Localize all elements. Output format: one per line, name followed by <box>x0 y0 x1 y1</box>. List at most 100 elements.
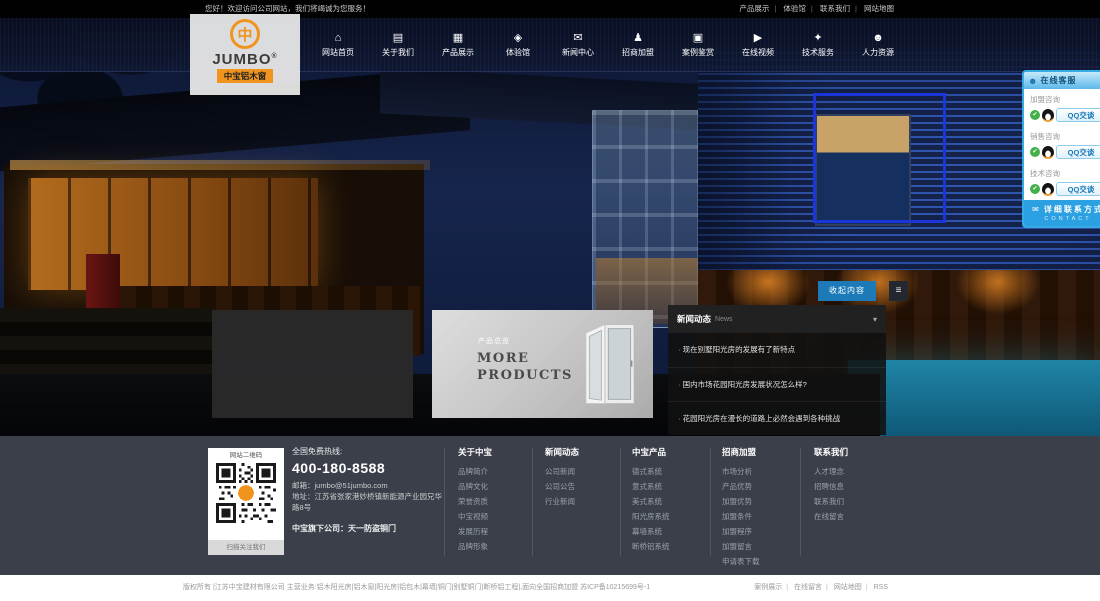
online-check-icon: ✔ <box>1030 147 1040 157</box>
footer-link[interactable]: 加盟优势 <box>722 494 760 509</box>
footer-contact-info: 全国免费热线: 400-180-8588 邮箱：jumbo@51jumbo.co… <box>292 446 448 534</box>
products-grid-icon: ▦ <box>453 33 463 44</box>
main-nav: ⌂ 网站首页 ▤ 关于我们 ▦ 产品展示 ◈ 体验馆 ✉ 新闻中心 ♟ 招商加盟… <box>0 18 1100 72</box>
nav-item-products[interactable]: ▦ 产品展示 <box>438 33 478 58</box>
footer-link[interactable]: 荣誉资质 <box>458 494 492 509</box>
top-quick-links: 产品展示 体验馆 联系我们 网站地图 <box>739 0 894 18</box>
top-link-contact[interactable]: 联系我们 <box>820 4 862 13</box>
footer-link[interactable]: 公司新闻 <box>545 464 579 479</box>
service-group-join: 加盟咨询 ✔ QQ交谈 <box>1024 89 1100 126</box>
nav-item-hr[interactable]: ☻ 人力资源 <box>858 33 898 58</box>
footer-link[interactable]: 断桥铝系统 <box>632 539 670 554</box>
top-bar: 您好！欢迎访问公司网站，我们将竭诚为您服务！ 产品展示 体验馆 联系我们 网站地… <box>0 0 1100 18</box>
footer-link[interactable]: 人才理念 <box>814 464 848 479</box>
footer-link[interactable]: 公司公告 <box>545 479 579 494</box>
news-subtitle: News <box>715 316 733 323</box>
footer-link[interactable]: 产品优势 <box>722 479 760 494</box>
footer-link[interactable]: 加盟条件 <box>722 509 760 524</box>
company-logo[interactable]: 中 JUMBO® 中宝铝木窗 <box>190 14 300 95</box>
footer-link[interactable]: 德式系统 <box>632 464 670 479</box>
footer-link[interactable]: 加盟程序 <box>722 524 760 539</box>
footer-link[interactable]: 加盟留言 <box>722 539 760 554</box>
footer: 网站二维码 <box>0 436 1100 575</box>
contact-address: 地址：江苏省张家港妙桥镇新能源产业园兄华路8号 <box>292 491 448 513</box>
more-products-box[interactable]: 产品总览 MORE PRODUCTS <box>432 310 653 418</box>
logo-brand-cn: 中宝铝木窗 <box>217 69 274 83</box>
footer-link[interactable]: 美式系统 <box>632 494 670 509</box>
footer-link[interactable]: 招聘信息 <box>814 479 848 494</box>
footer-link[interactable]: 品牌文化 <box>458 479 492 494</box>
nav-item-tech[interactable]: ✦ 技术服务 <box>798 33 838 58</box>
hero-lit-windows <box>28 178 318 290</box>
products-overview-tag: 产品总览 <box>478 336 510 346</box>
footer-link[interactable]: 在线留言 <box>814 509 848 524</box>
qq-chat-button[interactable]: QQ交谈 <box>1056 182 1100 196</box>
footer-link[interactable]: 市场分析 <box>722 464 760 479</box>
more-products-title: MORE PRODUCTS <box>477 350 573 384</box>
nav-label: 技术服务 <box>802 47 834 58</box>
qq-penguin-icon <box>1042 183 1054 196</box>
nav-item-join[interactable]: ♟ 招商加盟 <box>618 33 658 58</box>
qr-code <box>216 463 276 523</box>
footer-link[interactable]: 意式系统 <box>632 479 670 494</box>
news-item[interactable]: 现在别墅阳光房的发展有了新特点 <box>668 333 886 367</box>
footer-divider <box>532 448 533 556</box>
nav-label: 网站首页 <box>322 47 354 58</box>
chat-bubbles-icon: ✉ <box>1032 205 1041 214</box>
service-user-icon: ☻ <box>1028 76 1037 86</box>
open-window-illustration <box>579 319 641 409</box>
collapse-caret-icon[interactable]: ▾ <box>873 315 877 324</box>
footer-column-title: 关于中宝 <box>458 446 492 458</box>
qq-chat-button[interactable]: QQ交谈 <box>1056 108 1100 122</box>
footer-link[interactable]: 阳光房系统 <box>632 509 670 524</box>
bottom-link-cases[interactable]: 案例展示 <box>754 584 792 591</box>
video-play-icon: ▶ <box>754 33 762 44</box>
nav-item-about[interactable]: ▤ 关于我们 <box>378 33 418 58</box>
banner-dark-box[interactable] <box>212 310 413 418</box>
news-chat-icon: ✉ <box>573 33 582 44</box>
qq-chat-button[interactable]: QQ交谈 <box>1056 145 1100 159</box>
tech-service-icon: ✦ <box>813 33 822 44</box>
footer-link[interactable]: 申请表下载 <box>722 554 760 569</box>
footer-column-products: 中宝产品 德式系统 意式系统 美式系统 阳光房系统 幕墙系统 断桥铝系统 <box>632 446 670 554</box>
footer-link[interactable]: 品牌形象 <box>458 539 492 554</box>
top-link-sitemap[interactable]: 网站地图 <box>864 4 894 13</box>
news-item[interactable]: 国内市场花园阳光房发展状况怎么样? <box>668 367 886 401</box>
footer-link[interactable]: 发展历程 <box>458 524 492 539</box>
news-item[interactable]: 花园阳光房在漫长的道路上必然会遇到各种挑战 <box>668 401 886 435</box>
qq-penguin-icon <box>1042 109 1054 122</box>
nav-item-experience[interactable]: ◈ 体验馆 <box>498 33 538 58</box>
collapse-content-button[interactable]: 收起内容 <box>818 281 876 301</box>
footer-link[interactable]: 行业新闻 <box>545 494 579 509</box>
nav-item-cases[interactable]: ▣ 案例鉴赏 <box>678 33 718 58</box>
qr-block: 网站二维码 <box>208 448 284 555</box>
footer-link[interactable]: 幕墙系统 <box>632 524 670 539</box>
nav-item-news[interactable]: ✉ 新闻中心 <box>558 33 598 58</box>
nav-label: 招商加盟 <box>622 47 654 58</box>
nav-label: 新闻中心 <box>562 47 594 58</box>
footer-column-title: 新闻动态 <box>545 446 579 458</box>
qr-top-label: 网站二维码 <box>230 448 263 463</box>
footer-divider <box>710 448 711 556</box>
footer-link[interactable]: 中宝视频 <box>458 509 492 524</box>
contact-details-button[interactable]: ✉详细联系方式 CONTACT <box>1024 200 1100 226</box>
footer-link[interactable]: 联系我们 <box>814 494 848 509</box>
logo-brand: JUMBO® <box>212 51 277 68</box>
hero-eave-glow <box>10 160 430 170</box>
nav-item-video[interactable]: ▶ 在线视频 <box>738 33 778 58</box>
top-link-products[interactable]: 产品展示 <box>739 4 781 13</box>
contact-details-label: 详细联系方式 <box>1044 204 1100 215</box>
bottom-link-sitemap[interactable]: 网站地图 <box>834 584 872 591</box>
service-panel-header: ☻ 在线客服 × <box>1024 72 1100 89</box>
footer-column-title: 中宝产品 <box>632 446 670 458</box>
top-link-experience[interactable]: 体验馆 <box>783 4 817 13</box>
nav-item-home[interactable]: ⌂ 网站首页 <box>318 33 358 58</box>
nav-label: 产品展示 <box>442 47 474 58</box>
footer-link[interactable]: 品牌简介 <box>458 464 492 479</box>
bottom-link-rss[interactable]: RSS <box>874 584 888 591</box>
panel-toggle-icon[interactable]: ≡ <box>889 281 908 301</box>
hotline-label: 全国免费热线: <box>292 446 448 457</box>
qr-bottom-label: 扫描关注我们 <box>208 540 284 555</box>
bottom-link-message[interactable]: 在线留言 <box>794 584 832 591</box>
join-user-plus-icon: ♟ <box>633 33 643 44</box>
